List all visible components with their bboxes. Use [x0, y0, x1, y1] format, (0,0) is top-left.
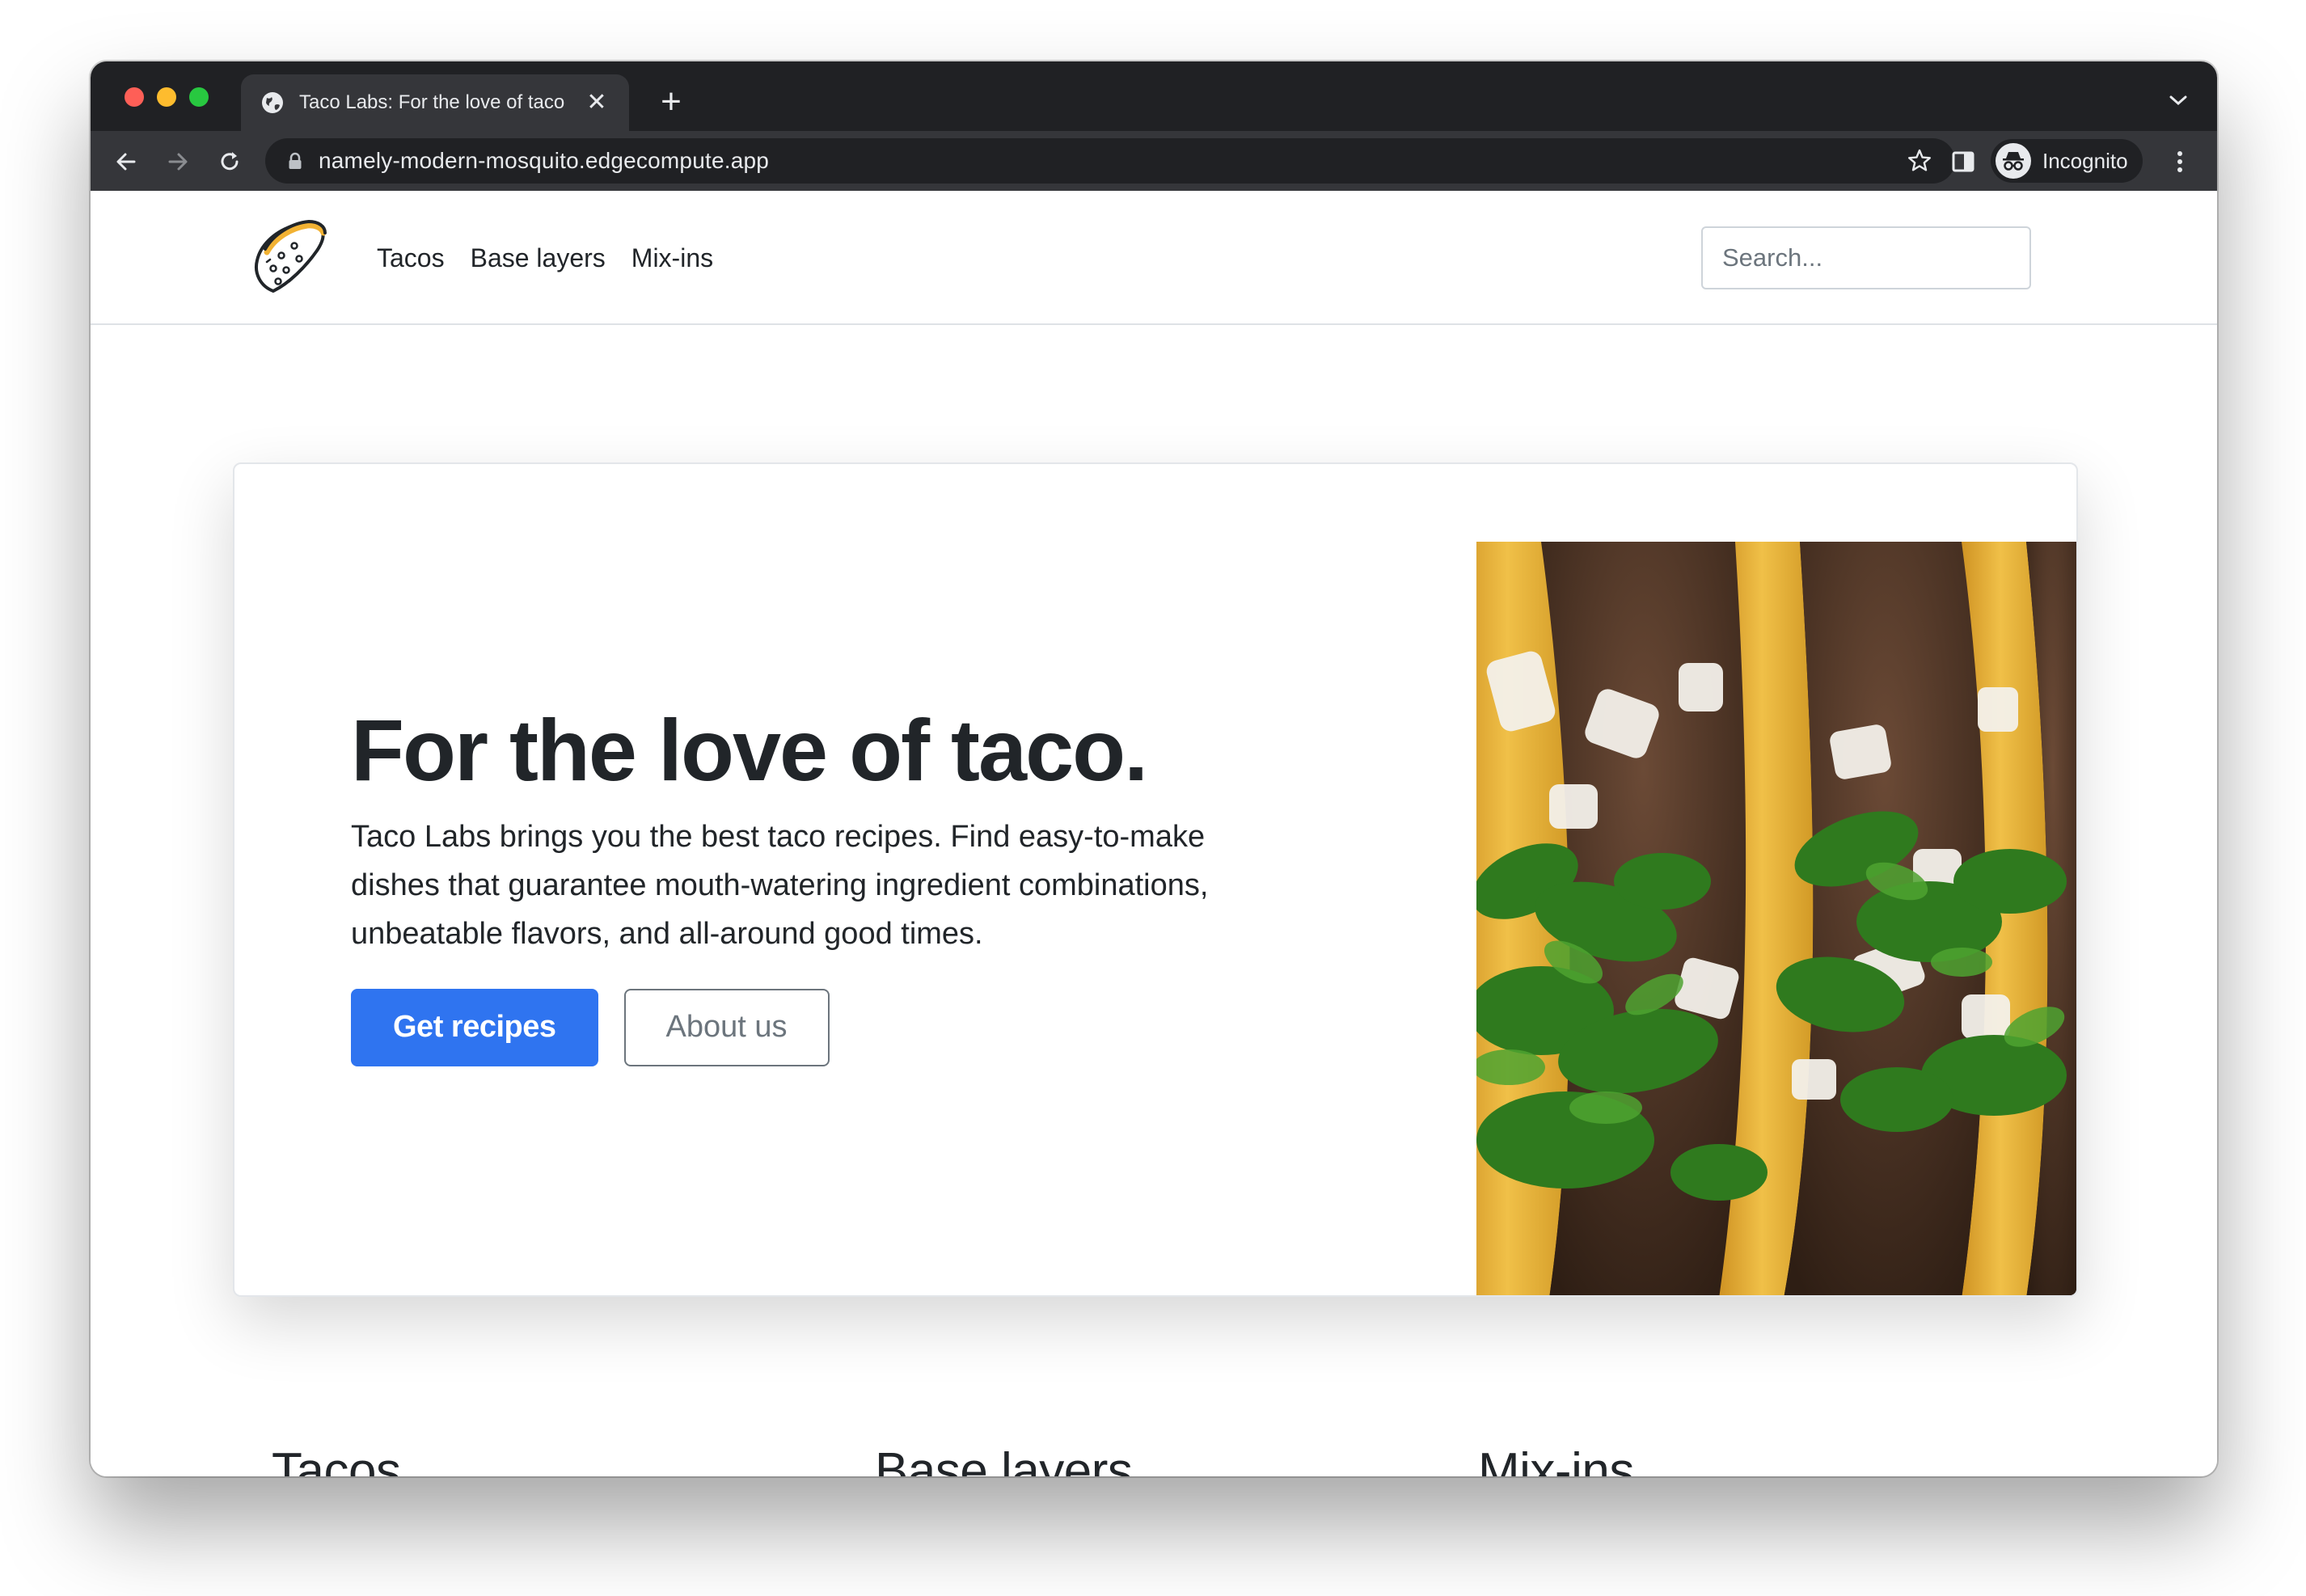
- section-heading-base-layers: Base layers: [875, 1443, 1133, 1476]
- hero-card: For the love of taco. Taco Labs brings y…: [233, 462, 2078, 1297]
- window-controls: [125, 87, 209, 107]
- address-bar[interactable]: namely-modern-mosquito.edgecompute.app: [265, 138, 1955, 184]
- tab-strip: Taco Labs: For the love of taco ✕ +: [91, 61, 2217, 131]
- about-us-button[interactable]: About us: [623, 988, 830, 1066]
- minimize-window-button[interactable]: [157, 87, 176, 107]
- browser-toolbar: namely-modern-mosquito.edgecompute.app I…: [91, 131, 2217, 191]
- forward-arrow-icon[interactable]: [160, 144, 196, 179]
- primary-nav: Tacos Base layers Mix-ins: [377, 191, 713, 325]
- new-tab-button[interactable]: +: [653, 84, 689, 120]
- tab-close-icon[interactable]: ✕: [584, 91, 610, 115]
- nav-link-tacos[interactable]: Tacos: [377, 243, 445, 273]
- tab-search-chevron-icon[interactable]: [2164, 89, 2193, 112]
- url-text[interactable]: namely-modern-mosquito.edgecompute.app: [319, 148, 1907, 174]
- more-menu-icon[interactable]: [2164, 144, 2196, 179]
- reload-icon[interactable]: [212, 144, 247, 179]
- lock-icon[interactable]: [288, 152, 302, 170]
- nav-link-mix-ins[interactable]: Mix-ins: [631, 243, 713, 273]
- hero-text: For the love of taco. Taco Labs brings y…: [351, 701, 1321, 1066]
- section-heading-mix-ins: Mix-ins: [1478, 1443, 1634, 1476]
- site-navbar: Tacos Base layers Mix-ins: [91, 191, 2217, 325]
- tacos-photo: [1476, 542, 2076, 1295]
- tab-title: Taco Labs: For the love of taco: [299, 91, 565, 113]
- hero-lead: Taco Labs brings you the best taco recip…: [351, 819, 1209, 951]
- browser-tab[interactable]: Taco Labs: For the love of taco ✕: [241, 74, 629, 131]
- web-page: Tacos Base layers Mix-ins For the love o…: [91, 191, 2217, 1476]
- section-heading-tacos: Tacos: [272, 1443, 401, 1476]
- side-panel-icon[interactable]: [1945, 144, 1981, 179]
- browser-window: Taco Labs: For the love of taco ✕ + name…: [91, 61, 2217, 1476]
- incognito-label: Incognito: [2042, 148, 2128, 173]
- search-input[interactable]: [1701, 226, 2031, 289]
- bookmark-star-icon[interactable]: [1907, 148, 1932, 174]
- incognito-icon: [1996, 143, 2031, 179]
- hero-title: For the love of taco.: [351, 701, 1148, 799]
- globe-icon: [260, 91, 285, 115]
- nav-link-base-layers[interactable]: Base layers: [471, 243, 606, 273]
- close-window-button[interactable]: [125, 87, 144, 107]
- back-arrow-icon[interactable]: [108, 144, 144, 179]
- maximize-window-button[interactable]: [189, 87, 209, 107]
- hero-actions: Get recipes About us: [351, 988, 1321, 1066]
- taco-logo-icon[interactable]: [249, 215, 330, 299]
- incognito-profile-button[interactable]: Incognito: [1991, 139, 2143, 183]
- get-recipes-button[interactable]: Get recipes: [351, 988, 598, 1066]
